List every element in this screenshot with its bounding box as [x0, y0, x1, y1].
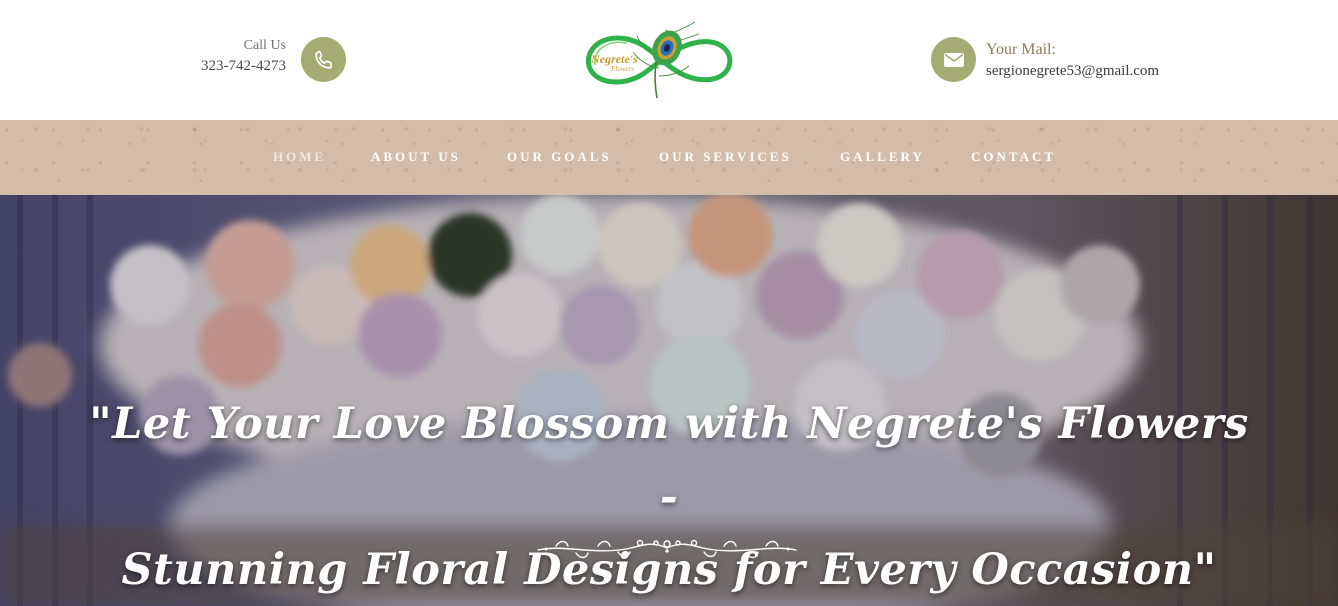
- nav-item-gallery[interactable]: GALLERY: [840, 149, 925, 165]
- phone-icon[interactable]: [301, 37, 346, 82]
- hero-headline: "Let Your Love Blossom with Negrete's Fl…: [80, 388, 1258, 606]
- call-us-label: Call Us: [243, 38, 286, 53]
- site-header: Call Us 323-742-4273 Negrete's Flowers Y…: [0, 0, 1338, 120]
- floral-vine-divider-icon: [537, 539, 797, 559]
- logo-wordmark: Negrete's: [590, 52, 638, 66]
- hero-headline-line-1: "Let Your Love Blossom with Negrete's Fl…: [89, 399, 1249, 522]
- nav-item-our-services[interactable]: OUR SERVICES: [659, 149, 792, 165]
- envelope-icon[interactable]: [931, 37, 976, 82]
- site-logo[interactable]: Negrete's Flowers: [583, 12, 735, 108]
- phone-number[interactable]: 323-742-4273: [150, 56, 286, 76]
- nav-item-about-us[interactable]: ABOUT US: [371, 149, 461, 165]
- nav-item-home[interactable]: HOME: [273, 149, 326, 165]
- nav-item-our-goals[interactable]: OUR GOALS: [507, 149, 612, 165]
- call-us-block: Call Us 323-742-4273: [150, 36, 286, 76]
- hero-banner: "Let Your Love Blossom with Negrete's Fl…: [0, 195, 1338, 606]
- main-navigation: HOME ABOUT US OUR GOALS OUR SERVICES GAL…: [0, 120, 1338, 195]
- logo-wordmark-sub: Flowers: [610, 65, 634, 73]
- email-address[interactable]: sergionegrete53@gmail.com: [986, 60, 1159, 83]
- nav-item-contact[interactable]: CONTACT: [971, 149, 1056, 165]
- email-block: Your Mail: sergionegrete53@gmail.com: [986, 40, 1159, 83]
- nav-menu: HOME ABOUT US OUR GOALS OUR SERVICES GAL…: [0, 120, 1338, 195]
- email-label: Your Mail:: [986, 41, 1056, 58]
